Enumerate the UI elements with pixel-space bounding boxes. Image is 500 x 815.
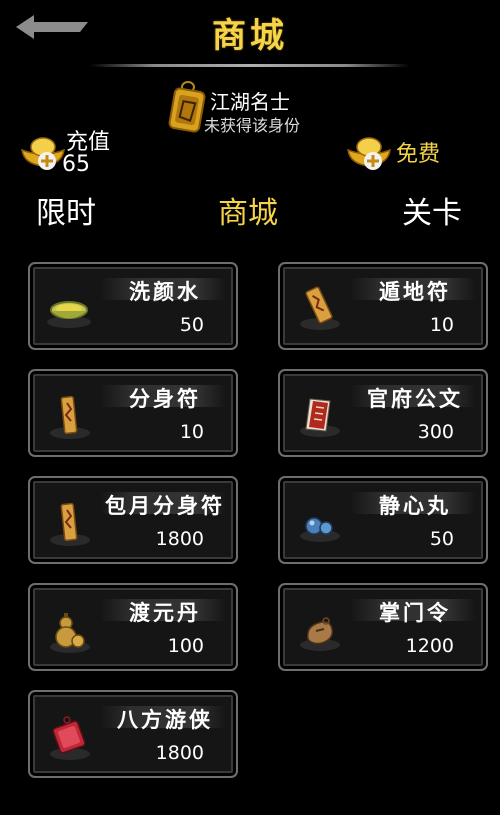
gold-ingot-plus-icon xyxy=(346,130,392,172)
gold-ingot-plus-icon xyxy=(20,130,66,172)
item-price: 10 xyxy=(179,421,204,443)
title-divider xyxy=(90,64,410,67)
shop-item-card[interactable]: 静心丸 50 xyxy=(278,476,488,564)
item-price: 100 xyxy=(167,635,204,657)
item-name: 渡元丹 xyxy=(129,600,201,625)
item-name: 分身符 xyxy=(129,386,201,411)
item-name: 静心丸 xyxy=(379,493,451,518)
tab-bar: 限时 商城 关卡 xyxy=(0,188,500,234)
item-name: 包月分身符 xyxy=(105,493,225,518)
identity-badge-icon xyxy=(164,80,208,134)
identity-status: 未获得该身份 xyxy=(204,116,301,135)
recharge-value: 65 xyxy=(62,152,90,177)
shop-item-card[interactable]: 包月分身符 1800 xyxy=(28,476,238,564)
shop-item-card[interactable]: 八方游侠 1800 xyxy=(28,690,238,778)
item-price: 1800 xyxy=(155,528,204,550)
item-price: 50 xyxy=(429,528,454,550)
shop-item-card[interactable]: 遁地符 10 xyxy=(278,262,488,350)
item-price: 50 xyxy=(179,314,204,336)
tab-shop[interactable]: 商城 xyxy=(218,188,278,232)
shop-item-card[interactable]: 掌门令 1200 xyxy=(278,583,488,671)
tab-levels[interactable]: 关卡 xyxy=(402,188,462,232)
shop-item-card[interactable]: 渡元丹 100 xyxy=(28,583,238,671)
page-title: 商城 xyxy=(212,16,288,56)
item-price: 300 xyxy=(417,421,454,443)
item-name: 掌门令 xyxy=(379,600,451,625)
item-price: 1200 xyxy=(405,635,454,657)
item-name: 官府公文 xyxy=(367,386,463,411)
shop-item-card[interactable]: 官府公文 300 xyxy=(278,369,488,457)
top-bar: 商城 xyxy=(0,0,500,70)
item-name: 八方游侠 xyxy=(117,707,213,732)
identity-name: 江湖名士 xyxy=(210,90,290,114)
item-price: 10 xyxy=(429,314,454,336)
recharge-button[interactable]: 充值 65 xyxy=(20,120,160,180)
free-button[interactable]: 免费 xyxy=(346,130,466,172)
shop-item-card[interactable]: 洗颜水 50 xyxy=(28,262,238,350)
tab-limited[interactable]: 限时 xyxy=(36,188,96,232)
shop-item-card[interactable]: 分身符 10 xyxy=(28,369,238,457)
item-name: 遁地符 xyxy=(379,279,451,304)
identity-panel[interactable]: 江湖名士 未获得该身份 xyxy=(164,80,364,140)
item-price: 1800 xyxy=(155,742,204,764)
item-name: 洗颜水 xyxy=(129,279,201,304)
free-label: 免费 xyxy=(396,142,441,167)
